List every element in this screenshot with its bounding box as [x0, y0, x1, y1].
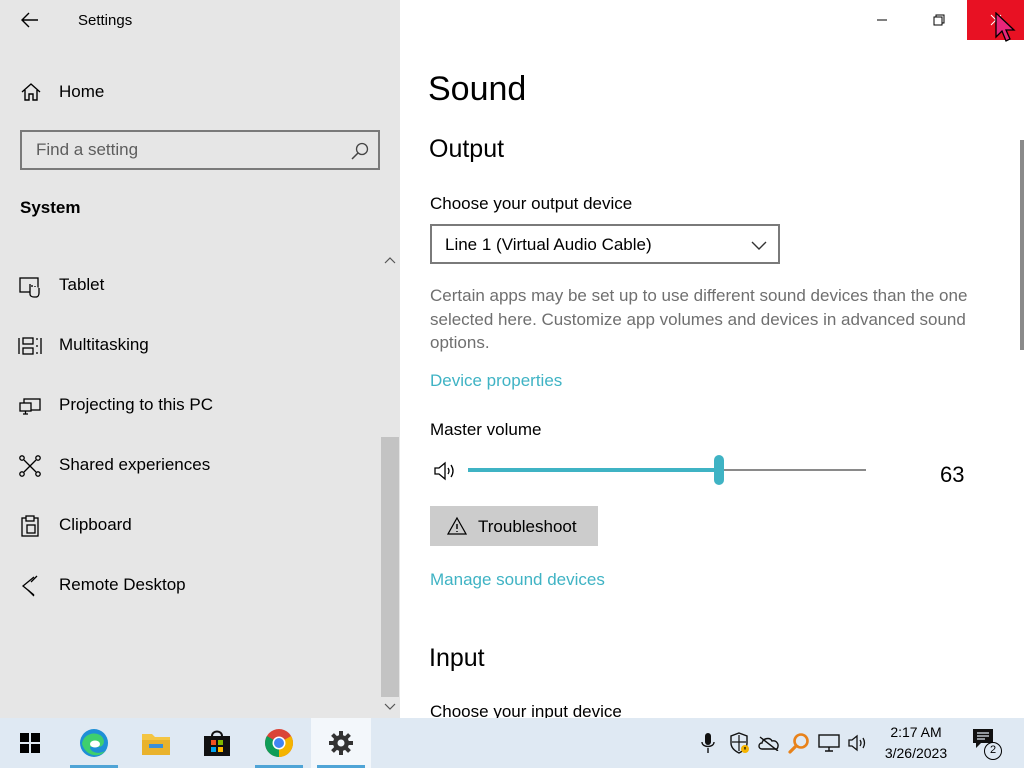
- chevron-down-icon: [384, 703, 396, 710]
- microsoft-store-icon: [204, 730, 230, 756]
- network-icon: [818, 734, 840, 752]
- chevron-up-icon: [384, 257, 396, 264]
- nav-scrollbar-thumb[interactable]: [381, 437, 399, 697]
- nav-item-tablet-label: Tablet: [59, 275, 105, 294]
- app-title: Settings: [78, 12, 133, 29]
- input-heading: Input: [429, 644, 485, 672]
- troubleshoot-button[interactable]: Troubleshoot: [430, 506, 598, 546]
- chevron-down-icon: [751, 241, 767, 250]
- back-button[interactable]: [10, 4, 50, 36]
- taskbar-microsoft-store[interactable]: [187, 718, 247, 768]
- clock-time: 2:17 AM: [890, 724, 942, 740]
- master-volume-label: Master volume: [430, 420, 542, 439]
- file-explorer-icon: [142, 734, 170, 755]
- action-center-button[interactable]: 2: [966, 726, 1006, 760]
- tablet-icon: [19, 277, 40, 298]
- input-device-label: Choose your input device: [430, 702, 622, 718]
- tray-security[interactable]: [727, 731, 751, 755]
- output-device-label: Choose your output device: [430, 194, 633, 213]
- output-description: Certain apps may be set up to use differ…: [430, 286, 968, 352]
- output-heading: Output: [429, 135, 505, 163]
- nav-item-home-label: Home: [59, 82, 105, 101]
- master-volume-value: 63: [940, 462, 965, 487]
- nav-item-remote-desktop-label: Remote Desktop: [59, 575, 186, 594]
- nav-scroll-up-button[interactable]: [381, 252, 399, 268]
- chrome-icon: [265, 729, 293, 757]
- back-arrow-icon: [21, 12, 38, 28]
- manage-sound-devices-link[interactable]: Manage sound devices: [430, 570, 605, 590]
- mouse-cursor-icon: [995, 12, 1016, 42]
- search-icon[interactable]: [350, 141, 370, 161]
- onedrive-icon: [758, 736, 779, 751]
- slider-fill: [468, 468, 719, 472]
- nav-list: Tablet Multitasking Projecting to this P…: [0, 258, 380, 618]
- search-magnifier-icon: [788, 733, 809, 754]
- tray-search-app[interactable]: [787, 731, 811, 755]
- nav-item-home[interactable]: Home: [0, 72, 380, 112]
- taskbar: 2:17 AM 3/26/2023 2: [0, 718, 1024, 768]
- content-scrollbar[interactable]: [1020, 140, 1024, 350]
- microphone-icon: [701, 733, 715, 753]
- shared-experiences-icon: [19, 455, 41, 477]
- section-heading-system: System: [20, 198, 81, 217]
- multitasking-icon: [18, 337, 42, 355]
- nav-item-clipboard[interactable]: Clipboard: [0, 498, 380, 558]
- taskbar-file-explorer[interactable]: [126, 718, 186, 768]
- tray-network[interactable]: [817, 731, 841, 755]
- volume-icon: [848, 734, 866, 752]
- nav-item-projecting[interactable]: Projecting to this PC: [0, 378, 380, 438]
- output-device-dropdown[interactable]: Line 1 (Virtual Audio Cable): [430, 224, 780, 264]
- projecting-icon: [19, 398, 41, 415]
- settings-window: Settings Home System Table: [0, 0, 1024, 768]
- taskbar-chrome[interactable]: [249, 718, 309, 768]
- nav-item-remote-desktop[interactable]: Remote Desktop: [0, 558, 380, 618]
- home-icon: [21, 83, 41, 101]
- nav-item-projecting-label: Projecting to this PC: [59, 395, 214, 414]
- minimize-button[interactable]: [853, 0, 910, 40]
- restore-icon: [933, 14, 944, 26]
- taskbar-settings[interactable]: [311, 718, 371, 768]
- windows-logo-icon: [20, 733, 40, 753]
- security-icon: [730, 732, 749, 754]
- page-title: Sound: [428, 70, 527, 108]
- output-device-value: Line 1 (Virtual Audio Cable): [445, 235, 652, 254]
- nav-scroll-down-button[interactable]: [381, 699, 399, 715]
- clock-date: 3/26/2023: [884, 745, 948, 761]
- speaker-icon[interactable]: [433, 460, 457, 482]
- nav-item-multitasking[interactable]: Multitasking: [0, 318, 380, 378]
- nav-item-multitasking-label: Multitasking: [59, 335, 149, 354]
- tray-volume[interactable]: [846, 731, 870, 755]
- start-button[interactable]: [0, 718, 60, 768]
- remote-desktop-icon: [21, 575, 38, 597]
- content-pane: Sound Output Choose your output device L…: [400, 0, 1024, 718]
- nav-item-shared-experiences[interactable]: Shared experiences: [0, 438, 380, 498]
- restore-button[interactable]: [910, 0, 967, 40]
- troubleshoot-label: Troubleshoot: [478, 517, 577, 536]
- nav-item-shared-experiences-label: Shared experiences: [59, 455, 211, 474]
- slider-thumb[interactable]: [713, 455, 724, 485]
- notification-count-badge: 2: [984, 742, 1002, 760]
- master-volume-slider[interactable]: [468, 455, 866, 487]
- navigation-pane: Settings Home System Table: [0, 0, 400, 718]
- minimize-icon: [876, 19, 887, 21]
- clock[interactable]: 2:17 AM 3/26/2023: [870, 722, 962, 764]
- device-properties-link[interactable]: Device properties: [430, 371, 562, 391]
- warning-icon: [447, 516, 467, 535]
- settings-icon: [329, 731, 353, 755]
- tray-onedrive[interactable]: [757, 731, 781, 755]
- nav-item-clipboard-label: Clipboard: [59, 515, 132, 534]
- tray-microphone[interactable]: [696, 731, 720, 755]
- taskbar-edge[interactable]: [64, 718, 124, 768]
- edge-icon: [80, 729, 108, 757]
- clipboard-icon: [21, 515, 39, 537]
- find-setting-input[interactable]: [22, 132, 342, 168]
- nav-item-tablet[interactable]: Tablet: [0, 258, 380, 318]
- find-setting-search-box[interactable]: [20, 130, 380, 170]
